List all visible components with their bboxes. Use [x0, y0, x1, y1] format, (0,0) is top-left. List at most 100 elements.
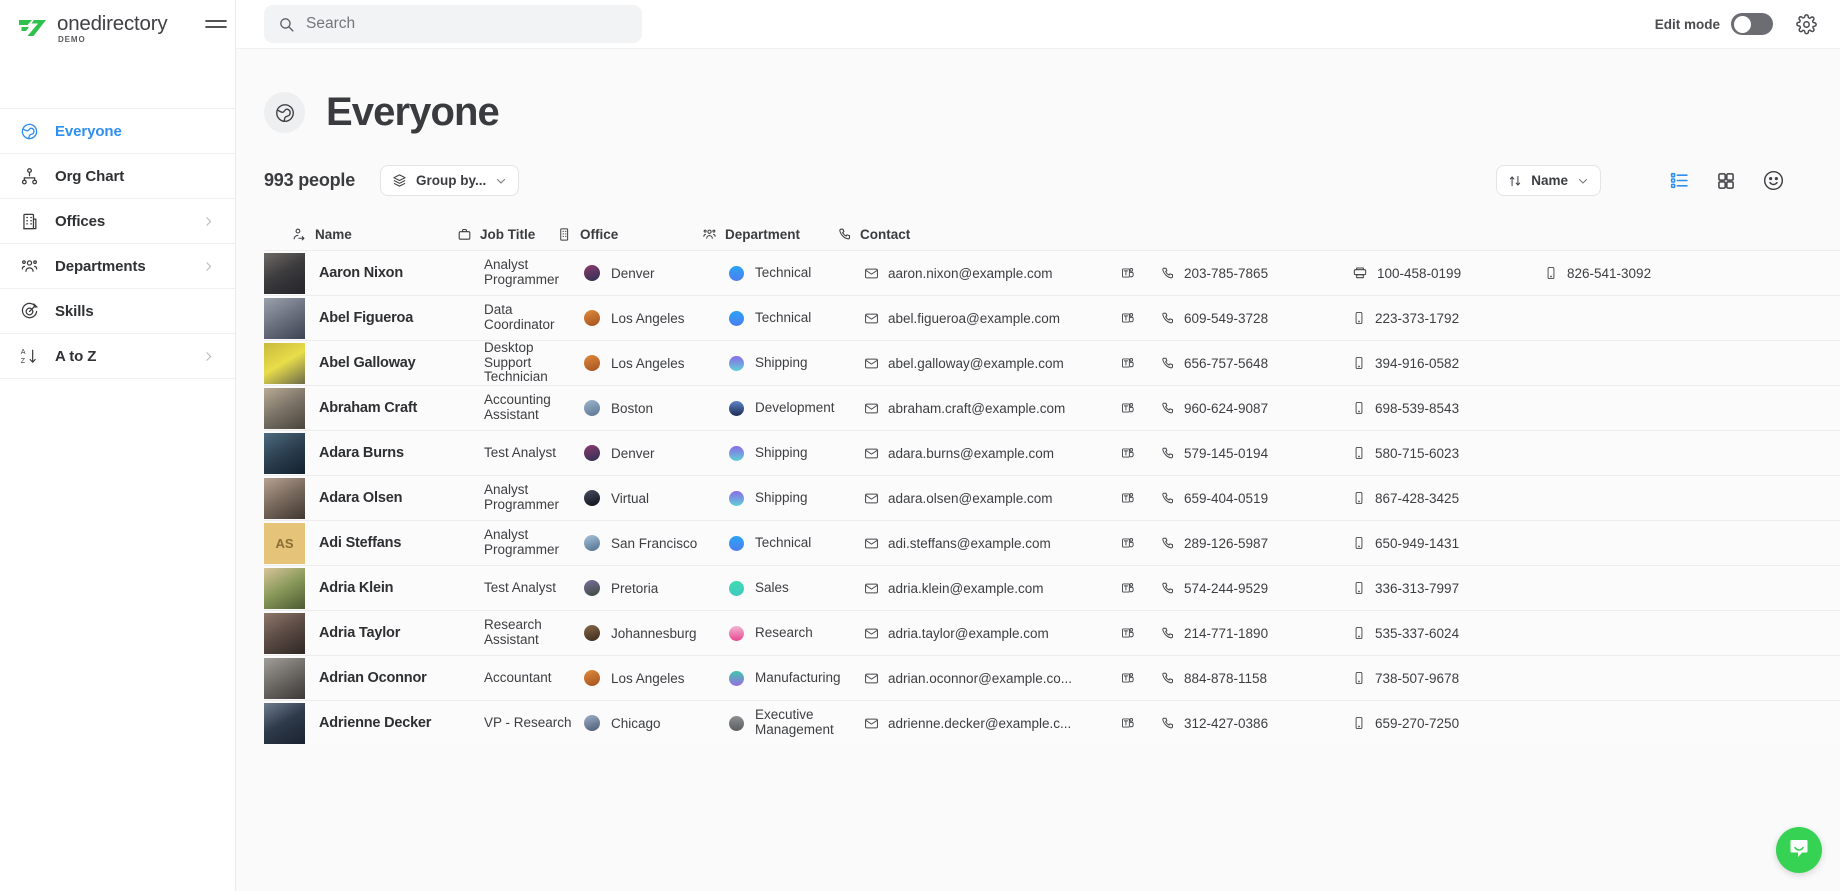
search-input-container[interactable]: [264, 5, 642, 43]
sort-dropdown[interactable]: Name: [1496, 165, 1601, 196]
contact-email[interactable]: adria.taylor@example.com: [864, 626, 1094, 641]
grid-view-button[interactable]: [1709, 166, 1743, 196]
contact-email[interactable]: adara.burns@example.com: [864, 446, 1094, 461]
contact-email[interactable]: adrian.oconnor@example.co...: [864, 671, 1094, 686]
table-row[interactable]: Abraham Craft Accounting Assistant Boston D…: [264, 385, 1840, 430]
person-office[interactable]: Virtual: [584, 490, 729, 506]
contact-mobile[interactable]: 698-539-8543: [1352, 400, 1542, 416]
avatar[interactable]: [264, 612, 305, 654]
sidebar-item-offices[interactable]: Offices: [0, 199, 235, 244]
face-view-button[interactable]: [1756, 166, 1790, 196]
search-input[interactable]: [306, 15, 628, 33]
settings-button[interactable]: [1793, 11, 1819, 37]
contact-email[interactable]: abel.figueroa@example.com: [864, 311, 1094, 326]
person-name[interactable]: Adrienne Decker: [319, 715, 484, 731]
contact-teams[interactable]: [1094, 580, 1160, 596]
group-by-dropdown[interactable]: Group by...: [380, 165, 520, 196]
person-office[interactable]: Denver: [584, 265, 729, 281]
avatar[interactable]: [264, 702, 305, 744]
contact-mobile[interactable]: 867-428-3425: [1352, 490, 1542, 506]
person-name[interactable]: Adria Klein: [319, 580, 484, 596]
edit-mode-control[interactable]: Edit mode: [1655, 13, 1773, 35]
table-row[interactable]: Abel Galloway Desktop Support Technician L…: [264, 340, 1840, 385]
person-office[interactable]: San Francisco: [584, 535, 729, 551]
person-department[interactable]: Shipping: [729, 445, 864, 461]
contact-phone[interactable]: 884-878-1158: [1160, 671, 1352, 686]
person-department[interactable]: Development: [729, 400, 864, 416]
person-name[interactable]: Adara Burns: [319, 445, 484, 461]
avatar[interactable]: [264, 432, 305, 474]
person-name[interactable]: Abel Galloway: [319, 355, 484, 371]
contact-email[interactable]: aaron.nixon@example.com: [864, 266, 1094, 281]
edit-mode-toggle[interactable]: [1731, 13, 1773, 35]
contact-phone[interactable]: 312-427-0386: [1160, 716, 1352, 731]
avatar[interactable]: [264, 252, 305, 294]
table-row[interactable]: Abel Figueroa Data Coordinator Los Angeles…: [264, 295, 1840, 340]
person-office[interactable]: Chicago: [584, 715, 729, 731]
sidebar-item-departments[interactable]: Departments: [0, 244, 235, 289]
contact-email[interactable]: abraham.craft@example.com: [864, 401, 1094, 416]
table-row[interactable]: Aaron Nixon Analyst Programmer Denver Techn…: [264, 250, 1840, 295]
person-department[interactable]: Sales: [729, 580, 864, 596]
person-department[interactable]: Shipping: [729, 355, 864, 371]
person-department[interactable]: Research: [729, 625, 864, 641]
table-row[interactable]: Adria Klein Test Analyst Pretoria Sales adri…: [264, 565, 1840, 610]
person-name[interactable]: Abraham Craft: [319, 400, 484, 416]
avatar[interactable]: [264, 567, 305, 609]
contact-phone[interactable]: 574-244-9529: [1160, 581, 1352, 596]
contact-mobile[interactable]: 738-507-9678: [1352, 670, 1542, 686]
person-name[interactable]: Adrian Oconnor: [319, 670, 484, 686]
person-office[interactable]: Johannesburg: [584, 625, 729, 641]
contact-phone[interactable]: 656-757-5648: [1160, 356, 1352, 371]
contact-phone[interactable]: 659-404-0519: [1160, 491, 1352, 506]
contact-teams[interactable]: [1094, 490, 1160, 506]
sidebar-item-skills[interactable]: Skills: [0, 289, 235, 334]
contact-teams[interactable]: [1094, 310, 1160, 326]
table-row[interactable]: Adrienne Decker VP - Research Chicago Execu…: [264, 700, 1840, 745]
contact-teams[interactable]: [1094, 670, 1160, 686]
sidebar-item-a-to-z[interactable]: A Z A to Z: [0, 334, 235, 379]
person-department[interactable]: Executive Management: [729, 708, 864, 737]
person-name[interactable]: Adi Steffans: [319, 535, 484, 551]
contact-email[interactable]: adrienne.decker@example.c...: [864, 716, 1094, 731]
contact-teams[interactable]: [1094, 715, 1160, 731]
contact-teams[interactable]: [1094, 265, 1160, 281]
contact-teams[interactable]: [1094, 355, 1160, 371]
person-department[interactable]: Shipping: [729, 490, 864, 506]
column-header-contact[interactable]: Contact: [837, 227, 1840, 242]
contact-phone[interactable]: 289-126-5987: [1160, 536, 1352, 551]
contact-phone[interactable]: 203-785-7865: [1160, 266, 1352, 281]
contact-phone[interactable]: 960-624-9087: [1160, 401, 1352, 416]
contact-mobile[interactable]: 659-270-7250: [1352, 715, 1542, 731]
avatar[interactable]: [264, 342, 305, 384]
contact-phone[interactable]: 214-771-1890: [1160, 626, 1352, 641]
hamburger-menu-button[interactable]: [205, 18, 227, 37]
person-department[interactable]: Technical: [729, 310, 864, 326]
avatar[interactable]: [264, 387, 305, 429]
column-header-department[interactable]: Department: [702, 227, 837, 242]
person-name[interactable]: Abel Figueroa: [319, 310, 484, 326]
table-row[interactable]: Adria Taylor Research Assistant Johannesbu…: [264, 610, 1840, 655]
contact-teams[interactable]: [1094, 400, 1160, 416]
person-department[interactable]: Technical: [729, 535, 864, 551]
sidebar-item-everyone[interactable]: Everyone: [0, 109, 235, 154]
contact-email[interactable]: adara.olsen@example.com: [864, 491, 1094, 506]
column-header-job-title[interactable]: Job Title: [457, 227, 557, 242]
contact-mobile[interactable]: 223-373-1792: [1352, 310, 1542, 326]
avatar[interactable]: [264, 297, 305, 339]
column-header-office[interactable]: Office: [557, 227, 702, 242]
column-header-name[interactable]: Name: [292, 227, 457, 242]
person-office[interactable]: Los Angeles: [584, 355, 729, 371]
chat-widget-button[interactable]: [1776, 827, 1822, 873]
contact-mobile[interactable]: 336-313-7997: [1352, 580, 1542, 596]
contact-email[interactable]: abel.galloway@example.com: [864, 356, 1094, 371]
person-name[interactable]: Adria Taylor: [319, 625, 484, 641]
person-name[interactable]: Aaron Nixon: [319, 265, 484, 281]
person-department[interactable]: Technical: [729, 265, 864, 281]
contact-phone[interactable]: 609-549-3728: [1160, 311, 1352, 326]
avatar[interactable]: [264, 657, 305, 699]
contact-mobile[interactable]: 394-916-0582: [1352, 355, 1542, 371]
table-row[interactable]: Adara Olsen Analyst Programmer Virtual Ship…: [264, 475, 1840, 520]
contact-phone[interactable]: 579-145-0194: [1160, 446, 1352, 461]
contact-fax[interactable]: 100-458-0199: [1352, 265, 1544, 281]
